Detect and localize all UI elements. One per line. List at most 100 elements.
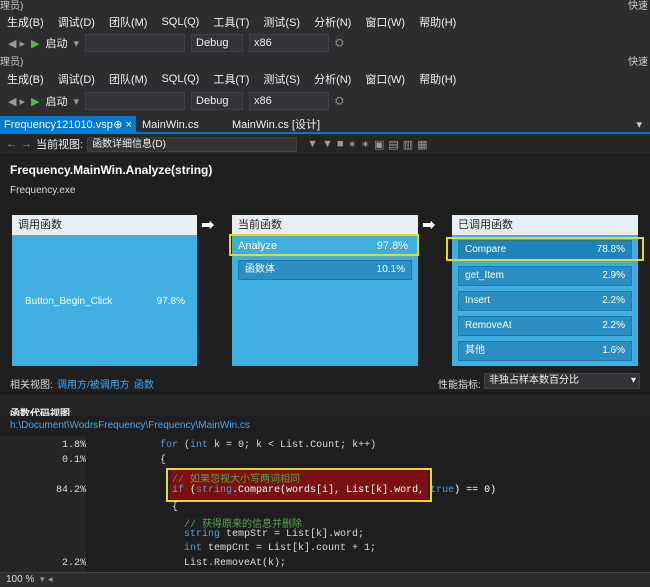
callee-name: RemoveAt — [465, 320, 512, 331]
pin-close-icon[interactable]: ⊕ × — [113, 116, 132, 134]
menu-analyze[interactable]: 分析(N) — [307, 71, 358, 87]
menu-test[interactable]: 测试(S) — [256, 71, 307, 87]
code-view[interactable]: h:\Document\WodrsFrequency\Frequency\Mai… — [0, 416, 650, 572]
chevron-down-icon[interactable]: ▾ — [74, 37, 80, 50]
menu-help[interactable]: 帮助(H) — [412, 71, 463, 87]
menu-build[interactable]: 生成(B) — [0, 14, 51, 30]
code-line: int tempCnt = List[k].count + 1; — [184, 543, 377, 554]
line-pct: 0.1% — [61, 455, 86, 466]
document-tabs: Frequency121010.vsp ⊕ × MainWin.cs MainW… — [0, 116, 650, 134]
function-body-label: 函数体 — [245, 264, 275, 275]
related-views-label: 相关视图: — [10, 380, 53, 391]
start-label[interactable]: 启动 — [46, 93, 68, 109]
functions-link[interactable]: 函数 — [134, 376, 154, 391]
start-icon[interactable]: ▶ — [31, 37, 39, 50]
current-view-label: 当前视图: — [36, 139, 84, 151]
callee-row[interactable]: RemoveAt 2.2% — [458, 316, 632, 336]
attach-icon[interactable]: ⛭ — [335, 95, 344, 108]
tab-mainwin-cs[interactable]: MainWin.cs — [138, 116, 228, 134]
highlight-hot-line — [166, 468, 432, 502]
menu-window[interactable]: 窗口(W) — [358, 14, 412, 30]
menu-help[interactable]: 帮助(H) — [412, 14, 463, 30]
function-body-row[interactable]: 函数体 10.1% — [238, 260, 412, 280]
function-details-panel: Frequency.MainWin.Analyze(string) Freque… — [0, 153, 650, 395]
menu-team[interactable]: 团队(M) — [102, 71, 155, 87]
arrow-right-icon: ➡ — [201, 217, 215, 234]
menu-team[interactable]: 团队(M) — [102, 14, 155, 30]
menu-debug[interactable]: 调试(D) — [51, 71, 102, 87]
menu-test[interactable]: 测试(S) — [256, 14, 307, 30]
attach-icon[interactable]: ⛭ — [335, 37, 344, 50]
tab-mainwin-design[interactable]: MainWin.cs [设计] — [228, 116, 338, 134]
line-pct: 84.2% — [55, 485, 86, 496]
callee-row[interactable]: Insert 2.2% — [458, 291, 632, 311]
caller-name[interactable]: Button_Begin_Click — [25, 296, 112, 307]
start-icon[interactable]: ▶ — [31, 95, 39, 108]
callees-header: 已调用函数 — [452, 215, 638, 235]
metric-value: 非独占样本数百分比 — [489, 375, 579, 386]
view-nav-bar: ← → 当前视图: 函数详细信息(D) ▼ ▼ ■ ✶ ✶ ▣ ▤ ▥ ▦ — [0, 135, 650, 153]
config-combo[interactable]: Debug — [191, 92, 244, 110]
filter-icon[interactable]: ▼ — [307, 138, 318, 150]
current-header: 当前函数 — [232, 215, 418, 235]
caller-pct: 97.8% — [156, 296, 185, 307]
module-name: Frequency.exe — [10, 185, 76, 196]
target-combo[interactable] — [85, 34, 186, 52]
metric-label: 性能指标: — [438, 380, 481, 391]
back-arrow-icon[interactable]: ← — [6, 138, 17, 150]
noise-icon[interactable]: ✶ — [361, 138, 370, 151]
menu-sql[interactable]: SQL(Q) — [154, 16, 206, 28]
chevron-down-icon[interactable]: ▾ — [74, 95, 80, 108]
back-icon[interactable]: ◀ ▸ — [8, 37, 25, 50]
menu-build[interactable]: 生成(B) — [0, 71, 51, 87]
callee-pct: 2.9% — [602, 270, 625, 281]
menu-tools[interactable]: 工具(T) — [206, 14, 256, 30]
code-line: { — [160, 455, 167, 466]
stop-icon[interactable]: ■ — [337, 138, 344, 150]
editor-status: 100 % ▾ ◂ — [0, 572, 650, 587]
callers-header: 调用函数 — [12, 215, 197, 235]
filter-clear-icon[interactable]: ▼ — [322, 138, 333, 150]
platform-combo[interactable]: x86 — [249, 92, 330, 110]
back-icon[interactable]: ◀ ▸ — [8, 95, 25, 108]
metric-combo[interactable]: 非独占样本数百分比 ▾ — [484, 373, 640, 389]
source-file-link[interactable]: h:\Document\WodrsFrequency\Frequency\Mai… — [10, 420, 250, 431]
code-view-header: 函数代码视图 — [0, 395, 650, 420]
menu-window[interactable]: 窗口(W) — [358, 71, 412, 87]
target-combo[interactable] — [85, 92, 186, 110]
callee-row[interactable]: get_Item 2.9% — [458, 266, 632, 286]
export-icon[interactable]: ▥ — [403, 138, 413, 151]
forward-arrow-icon[interactable]: → — [21, 138, 32, 150]
menu-tools[interactable]: 工具(T) — [206, 71, 256, 87]
code-line: List.RemoveAt(k); — [184, 558, 287, 569]
menu-analyze[interactable]: 分析(N) — [307, 14, 358, 30]
tab-frequency-vsp[interactable]: Frequency121010.vsp ⊕ × — [0, 116, 136, 134]
toolbar-1: ◀ ▸ ▶ 启动 ▾ Debug x86 ⛭ — [0, 34, 650, 52]
callee-pct: 2.2% — [602, 295, 625, 306]
save-icon[interactable]: ▣ — [374, 138, 384, 151]
callee-name: Insert — [465, 295, 491, 306]
zoom-dropdown-icon[interactable]: ▾ — [40, 574, 45, 585]
menu-sql[interactable]: SQL(Q) — [154, 73, 206, 85]
callers-tile[interactable]: Button_Begin_Click 97.8% — [12, 235, 197, 366]
caller-callee-link[interactable]: 调用方/被调用方 — [57, 376, 130, 391]
chevron-down-icon: ▾ — [630, 375, 636, 386]
copy-icon[interactable]: ▤ — [388, 138, 398, 151]
callee-name: 其他 — [465, 345, 485, 356]
tab-label: Frequency121010.vsp — [4, 119, 113, 131]
menu-debug[interactable]: 调试(D) — [51, 14, 102, 30]
highlight-current — [229, 234, 419, 256]
current-view-combo[interactable]: 函数详细信息(D) — [87, 136, 298, 152]
platform-combo[interactable]: x86 — [249, 34, 330, 52]
scroll-left-icon[interactable]: ◂ — [48, 574, 53, 585]
callee-row[interactable]: 其他 1.6% — [458, 341, 632, 361]
callee-name: get_Item — [465, 270, 504, 281]
hot-path-icon[interactable]: ✶ — [348, 138, 357, 151]
config-combo[interactable]: Debug — [191, 34, 244, 52]
zoom-level[interactable]: 100 % — [6, 574, 34, 585]
tab-overflow-icon[interactable]: ▾ — [636, 118, 642, 131]
toolbar-2: ◀ ▸ ▶ 启动 ▾ Debug x86 ⛭ — [0, 90, 650, 112]
start-label[interactable]: 启动 — [46, 35, 68, 51]
split-view-icon[interactable]: ▦ — [417, 138, 427, 151]
title-strip-2: 理员) 快速 — [0, 53, 650, 68]
